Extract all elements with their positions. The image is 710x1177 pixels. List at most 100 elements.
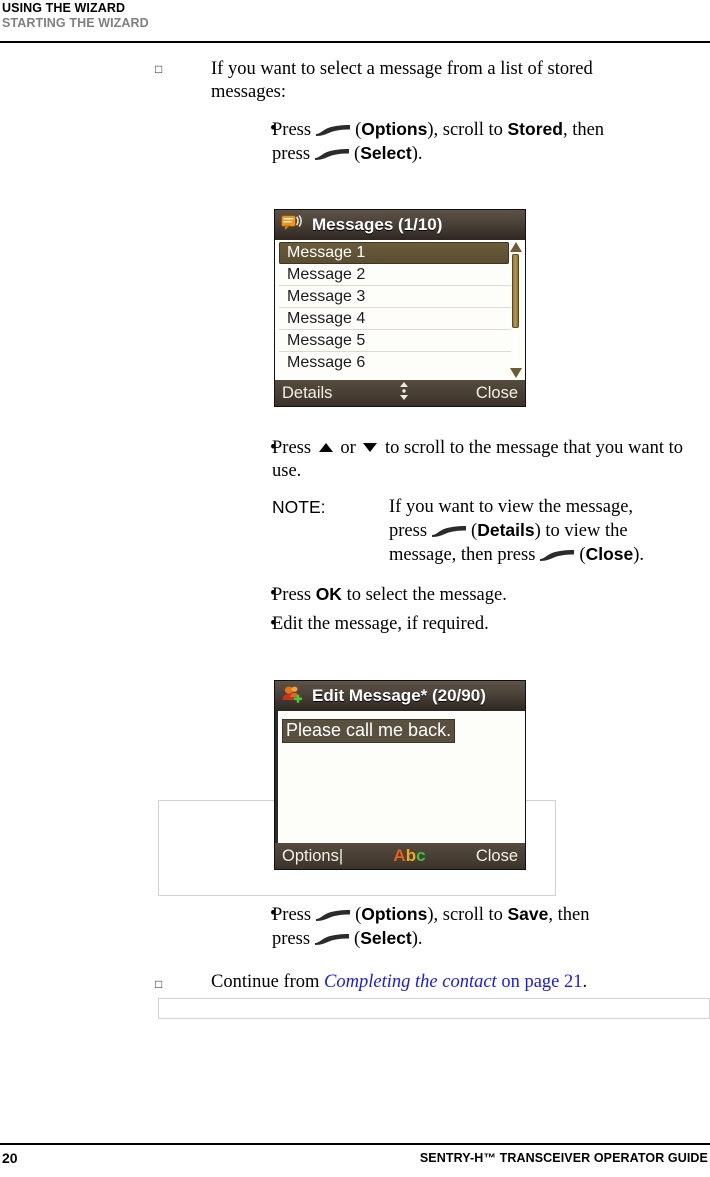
list-item-label: Message 5	[287, 332, 366, 349]
bullet-5-softkey-label-1: Options	[361, 904, 428, 924]
bullet-1-press-2: press	[272, 144, 311, 164]
screen-edit-softkeybar: Options| Abc Close	[275, 843, 525, 869]
list-item-label: Message 2	[287, 266, 366, 283]
message-bubble-icon	[281, 214, 303, 236]
bullet-1-tail: ).	[411, 144, 423, 164]
note-key-details: Details	[477, 520, 535, 540]
step-2-text: Continue from Completing the contact on …	[211, 971, 681, 994]
list-item[interactable]: Message 5	[279, 330, 511, 352]
step-2-a: Continue from	[211, 972, 320, 992]
list-item-label: Message 3	[287, 288, 366, 305]
bullet-1-softkey-label-2: Select	[360, 143, 412, 163]
note-key-close: Close	[585, 544, 634, 564]
bullet-5-target: Save	[507, 904, 549, 924]
list-item[interactable]: Message 2	[279, 264, 511, 286]
scroll-up-arrow-icon[interactable]	[509, 242, 522, 252]
softkey-glyph-icon	[312, 147, 352, 161]
list-item[interactable]: Message 4	[279, 308, 511, 330]
abc-b: b	[405, 846, 417, 865]
layout-box-lower	[158, 998, 710, 1019]
note-label-text: NOTE:	[272, 497, 326, 517]
cross-reference-page[interactable]: on page 21	[497, 972, 582, 992]
bullet-3-b: to select the message.	[346, 585, 507, 605]
list-item[interactable]: Message 1	[279, 242, 509, 264]
square-bullet-icon	[155, 63, 162, 75]
arrow-down-icon	[363, 443, 378, 452]
bullet-5-press-2: press	[272, 929, 311, 949]
bullet-4-text: Edit the message, if required.	[272, 613, 692, 636]
footer-guide-title: SENTRY-H™ TRANSCEIVER OPERATOR GUIDE	[420, 1151, 708, 1165]
text-caret-icon: |	[338, 846, 344, 865]
bullet-5-tail: ).	[411, 929, 423, 949]
screen-messages-body: Message 1 Message 2 Message 3 Message 4 …	[275, 240, 525, 380]
running-head-line1-text: USING THE WIZARD	[2, 1, 126, 15]
softkey-glyph-icon	[537, 548, 577, 562]
bullet-3-key-ok: OK	[315, 584, 342, 604]
scrollbar-thumb[interactable]	[512, 254, 519, 328]
bullet-5-then: , then	[548, 905, 590, 925]
note-label: NOTE:	[272, 497, 325, 518]
page-number: 20	[2, 1150, 18, 1166]
bullet-1-text: Press (Options), scroll to Stored, then p…	[272, 119, 605, 164]
note-line-3b: ).	[633, 545, 645, 565]
list-item-label: Message 4	[287, 310, 366, 327]
bullet-2-or: or	[340, 438, 356, 458]
arrow-up-icon	[318, 443, 333, 452]
softkey-glyph-icon	[429, 524, 469, 538]
note-line-2a: press	[389, 521, 428, 541]
step-1-text: If you want to select a message from a l…	[211, 58, 661, 104]
input-mode-abc-icon[interactable]: Abc	[393, 846, 425, 866]
bullet-1-press: Press	[272, 120, 312, 140]
list-item-label: Message 1	[287, 244, 366, 261]
softkey-glyph-icon	[313, 908, 353, 922]
softkey-options-label: Options	[282, 846, 339, 865]
screen-edit-titlebar: Edit Message* (20/90)	[275, 681, 525, 711]
bullet-1-softkey-label-1: Options	[361, 119, 428, 139]
bullet-2-before: Press	[272, 438, 312, 458]
message-list[interactable]: Message 1 Message 2 Message 3 Message 4 …	[275, 240, 525, 374]
scroll-down-arrow-icon[interactable]	[509, 368, 522, 378]
screen-edit-body: Please call me back.	[275, 711, 525, 843]
bullet-1-then: , then	[562, 120, 605, 140]
screen-messages-softkeybar: Details Close	[275, 380, 525, 406]
bullet-1-mid: ), scroll to	[427, 120, 503, 140]
running-head-line2: STARTING THE WIZARD	[2, 16, 149, 30]
bullet-2-after: to scroll to the message that you want t…	[272, 438, 683, 481]
note-line-3a: message, then press	[389, 545, 536, 565]
softkey-close-button[interactable]: Close	[476, 847, 518, 866]
bullet-5-text: Press (Options), scroll to Save, then pre…	[272, 904, 590, 949]
scrollbar[interactable]	[509, 242, 522, 378]
softkey-glyph-icon	[312, 932, 352, 946]
softkey-close-button[interactable]: Close	[476, 384, 518, 403]
softkey-glyph-icon	[313, 123, 353, 137]
list-item[interactable]: Message 3	[279, 286, 511, 308]
bullet-3-a: Press	[272, 585, 312, 605]
add-contact-icon	[281, 685, 303, 708]
softkey-options-button[interactable]: Options|	[282, 847, 343, 866]
list-item-label: Message 6	[287, 354, 366, 371]
bullet-5-press: Press	[272, 905, 312, 925]
screen-edit-message: Edit Message* (20/90) Please call me bac…	[274, 680, 526, 870]
message-edit-field[interactable]: Please call me back.	[275, 711, 525, 843]
list-item[interactable]: Message 6	[279, 352, 511, 374]
bullet-2-text: Press or to scroll to the message that y…	[272, 437, 692, 483]
footer-guide-title-text: SENTRY-H™ TRANSCEIVER OPERATOR GUIDE	[419, 1151, 708, 1165]
message-edit-value: Please call me back.	[282, 719, 456, 743]
abc-a: A	[393, 846, 406, 865]
header-rule	[0, 41, 710, 43]
scroll-updown-icon	[398, 381, 410, 405]
square-bullet-icon-2	[155, 978, 162, 990]
cross-reference-link[interactable]: Completing the contact	[324, 972, 497, 992]
bullet-5-mid: ), scroll to	[427, 905, 503, 925]
running-head-line2-text: STARTING THE WIZARD	[2, 16, 149, 30]
footer-rule	[0, 1143, 710, 1145]
screen-messages-titlebar: Messages (1/10)	[275, 210, 525, 240]
softkey-details-button[interactable]: Details	[282, 384, 332, 403]
bullet-4-paragraph: Edit the message, if required.	[272, 614, 489, 634]
note-line-2b: ) to view the	[534, 521, 628, 541]
note-body: If you want to view the message, press (D…	[389, 497, 645, 565]
running-head-line1: USING THE WIZARD	[2, 1, 125, 15]
screen-edit-title: Edit Message* (20/90)	[312, 686, 486, 705]
abc-c: c	[416, 846, 426, 865]
bullet-1-target: Stored	[507, 119, 563, 139]
